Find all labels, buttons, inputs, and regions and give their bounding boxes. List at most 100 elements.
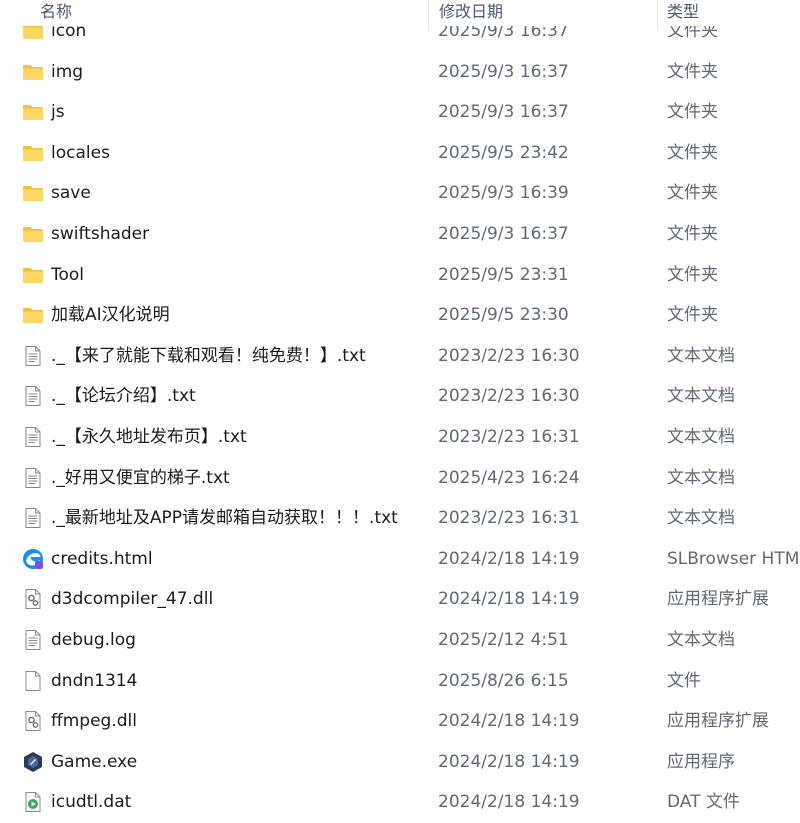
file-modified-date: 2025/2/12 4:51: [438, 630, 569, 650]
file-name: icudtl.dat: [51, 792, 132, 813]
file-modified-date: 2025/9/5 23:42: [438, 142, 569, 163]
file-modified-date: 2025/9/3 16:37: [438, 224, 569, 244]
file-row[interactable]: Tool 2025/9/5 23:31 文件夹: [0, 255, 800, 295]
file-type: 文本文档: [667, 427, 735, 447]
file-name: Tool: [51, 264, 85, 285]
file-modified-date: 2024/2/18 14:19: [438, 548, 580, 569]
file-modified-date: 2025/4/23 16:24: [438, 467, 580, 488]
folder-icon: [22, 142, 44, 164]
file-modified-date: 2024/2/18 14:19: [438, 711, 580, 732]
browser-html-icon: [22, 548, 44, 570]
file-row[interactable]: img 2025/9/3 16:37 文件夹: [0, 52, 800, 92]
file-row[interactable]: ffmpeg.dll 2024/2/18 14:19 应用程序扩展: [0, 701, 800, 741]
file-modified-date: 2025/9/3 16:37: [438, 61, 569, 82]
bottom-edge: [0, 818, 800, 823]
file-row[interactable]: ._最新地址及APP请发邮箱自动获取！！！.txt 2023/2/23 16:31…: [0, 498, 800, 538]
file-modified-date: 2025/9/5 23:31: [438, 264, 569, 285]
file-type: 应用程序扩展: [667, 711, 769, 732]
file-explorer-list: icon 2025/9/3 16:37 文件夹 img 2025/9/3 16:37 文件…: [0, 0, 800, 823]
file-row[interactable]: ._【来了就能下载和观看！纯免费！】.txt 2023/2/23 16:30 文本文…: [0, 336, 800, 376]
file-name: ._【永久地址发布页】.txt: [51, 427, 247, 447]
column-header-bar: 名称 修改日期 类型: [0, 0, 800, 30]
file-row[interactable]: ._【永久地址发布页】.txt 2023/2/23 16:31 文本文档: [0, 417, 800, 457]
file-type: 文本文档: [667, 630, 735, 650]
text-document-icon: [22, 467, 44, 489]
file-row[interactable]: icudtl.dat 2024/2/18 14:19 DAT 文件: [0, 782, 800, 822]
file-row[interactable]: save 2025/9/3 16:39 文件夹: [0, 173, 800, 213]
file-row[interactable]: debug.log 2025/2/12 4:51 文本文档: [0, 620, 800, 660]
file-row[interactable]: locales 2025/9/5 23:42 文件夹: [0, 133, 800, 173]
dll-gear-icon: [22, 710, 44, 732]
media-file-icon: [22, 791, 44, 813]
text-document-icon: [22, 426, 44, 448]
file-row[interactable]: ._【论坛介绍】.txt 2023/2/23 16:30 文本文档: [0, 376, 800, 416]
file-name: ffmpeg.dll: [51, 711, 137, 732]
text-document-icon: [22, 385, 44, 407]
file-modified-date: 2025/9/3 16:37: [438, 102, 569, 123]
file-modified-date: 2025/9/3 16:39: [438, 183, 569, 204]
file-row[interactable]: swiftshader 2025/9/3 16:37 文件夹: [0, 214, 800, 254]
file-row[interactable]: js 2025/9/3 16:37 文件夹: [0, 92, 800, 132]
file-name: credits.html: [51, 548, 153, 569]
file-modified-date: 2023/2/23 16:30: [438, 345, 580, 366]
file-modified-date: 2024/2/18 14:19: [438, 589, 580, 610]
file-name: save: [51, 183, 91, 204]
file-modified-date: 2024/2/18 14:19: [438, 792, 580, 813]
file-row[interactable]: credits.html 2024/2/18 14:19 SLBrowser HTM: [0, 539, 800, 579]
folder-icon: [22, 101, 44, 123]
column-header-type[interactable]: 类型: [667, 0, 699, 26]
folder-icon: [22, 304, 44, 326]
file-name: ._最新地址及APP请发邮箱自动获取！！！.txt: [51, 508, 398, 529]
file-row[interactable]: 加载AI汉化说明 2025/9/5 23:30 文件夹: [0, 295, 800, 335]
file-name: ._【来了就能下载和观看！纯免费！】.txt: [51, 345, 366, 366]
column-divider[interactable]: [428, 0, 429, 30]
file-type: DAT 文件: [667, 792, 740, 813]
file-type: 文本文档: [667, 345, 735, 366]
file-type: 文件夹: [667, 61, 718, 82]
file-type: 应用程序: [667, 751, 735, 772]
blank-file-icon: [22, 670, 44, 692]
folder-icon: [22, 264, 44, 286]
file-type: SLBrowser HTM: [667, 548, 800, 569]
file-modified-date: 2025/9/5 23:30: [438, 305, 569, 326]
file-row[interactable]: Game.exe 2024/2/18 14:19 应用程序: [0, 742, 800, 782]
file-name: 加载AI汉化说明: [51, 305, 170, 326]
folder-icon: [22, 223, 44, 245]
file-modified-date: 2023/2/23 16:31: [438, 508, 580, 529]
file-modified-date: 2025/8/26 6:15: [438, 670, 569, 691]
file-modified-date: 2024/2/18 14:19: [438, 751, 580, 772]
text-document-icon: [22, 629, 44, 651]
file-type: 文件夹: [667, 102, 718, 123]
file-row[interactable]: dndn1314 2025/8/26 6:15 文件: [0, 661, 800, 701]
file-type: 文本文档: [667, 508, 735, 529]
file-name: dndn1314: [51, 670, 138, 691]
file-type: 文本文档: [667, 386, 735, 407]
file-type: 文件夹: [667, 305, 718, 326]
file-row[interactable]: d3dcompiler_47.dll 2024/2/18 14:19 应用程序扩展: [0, 579, 800, 619]
file-type: 文本文档: [667, 467, 735, 488]
text-document-icon: [22, 507, 44, 529]
folder-icon: [22, 182, 44, 204]
folder-icon: [22, 61, 44, 83]
file-name: debug.log: [51, 630, 136, 650]
file-name: swiftshader: [51, 224, 150, 244]
file-type: 文件夹: [667, 183, 718, 204]
file-type: 应用程序扩展: [667, 589, 769, 610]
dll-gear-icon: [22, 588, 44, 610]
file-name: img: [51, 61, 84, 82]
file-row[interactable]: ._好用又便宜的梯子.txt 2025/4/23 16:24 文本文档: [0, 458, 800, 498]
file-modified-date: 2023/2/23 16:30: [438, 386, 580, 407]
game-exe-icon: [22, 751, 44, 773]
file-name: ._【论坛介绍】.txt: [51, 386, 196, 407]
file-type: 文件夹: [667, 264, 718, 285]
text-document-icon: [22, 345, 44, 367]
column-divider[interactable]: [657, 0, 658, 30]
file-name: js: [51, 102, 65, 123]
file-name: Game.exe: [51, 751, 138, 772]
file-type: 文件夹: [667, 142, 718, 163]
file-type: 文件: [667, 670, 701, 691]
file-modified-date: 2023/2/23 16:31: [438, 427, 580, 447]
column-header-date[interactable]: 修改日期: [439, 0, 503, 26]
file-name: d3dcompiler_47.dll: [51, 589, 214, 610]
column-header-name[interactable]: 名称: [40, 0, 72, 26]
